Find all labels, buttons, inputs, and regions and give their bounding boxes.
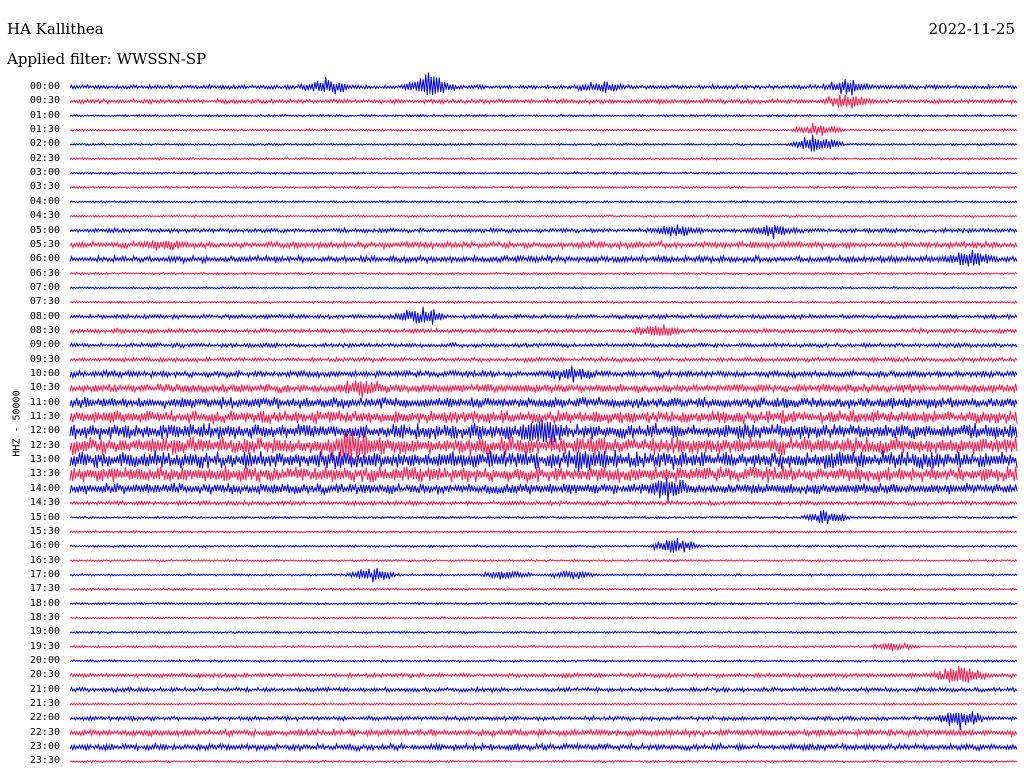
trace-0330 bbox=[69, 185, 1018, 190]
trace-1800 bbox=[69, 601, 1018, 606]
trace-0600 bbox=[69, 250, 1018, 267]
trace-0230 bbox=[69, 156, 1018, 161]
trace-0000 bbox=[69, 72, 1018, 96]
trace-1000 bbox=[69, 365, 1018, 383]
trace-1500 bbox=[69, 509, 1018, 524]
trace-0500 bbox=[69, 224, 1018, 240]
trace-2330 bbox=[69, 759, 1018, 764]
trace-0300 bbox=[69, 171, 1018, 176]
trace-0900 bbox=[69, 341, 1018, 349]
trace-1730 bbox=[69, 587, 1018, 592]
trace-0200 bbox=[69, 134, 1018, 152]
seismogram-plot bbox=[69, 72, 1018, 764]
trace-0700 bbox=[69, 285, 1018, 291]
trace-0430 bbox=[69, 214, 1018, 219]
trace-1330 bbox=[69, 465, 1018, 484]
trace-1530 bbox=[69, 529, 1018, 534]
trace-0800 bbox=[69, 306, 1018, 325]
trace-1930 bbox=[69, 641, 1018, 652]
trace-2300 bbox=[69, 741, 1018, 753]
trace-1300 bbox=[69, 449, 1018, 473]
trace-2000 bbox=[69, 658, 1018, 663]
trace-1030 bbox=[69, 380, 1018, 398]
trace-1630 bbox=[69, 558, 1018, 563]
trace-2230 bbox=[69, 727, 1018, 739]
trace-1600 bbox=[69, 538, 1018, 553]
trace-0530 bbox=[69, 239, 1018, 251]
trace-0400 bbox=[69, 199, 1018, 204]
trace-1200 bbox=[69, 419, 1018, 445]
trace-1430 bbox=[69, 499, 1018, 507]
trace-1700 bbox=[69, 567, 1018, 583]
trace-1900 bbox=[69, 630, 1018, 635]
trace-0100 bbox=[69, 113, 1018, 118]
trace-0630 bbox=[69, 271, 1018, 276]
trace-2100 bbox=[69, 685, 1018, 694]
trace-1830 bbox=[69, 615, 1018, 621]
trace-0830 bbox=[69, 324, 1018, 336]
trace-0130 bbox=[69, 122, 1018, 136]
trace-1400 bbox=[69, 476, 1018, 502]
trace-0930 bbox=[69, 355, 1018, 364]
trace-1100 bbox=[69, 396, 1018, 409]
trace-0030 bbox=[69, 94, 1018, 109]
trace-1130 bbox=[69, 410, 1018, 425]
trace-2130 bbox=[69, 702, 1018, 707]
trace-0730 bbox=[69, 300, 1018, 305]
trace-2030 bbox=[69, 665, 1018, 684]
trace-2200 bbox=[69, 711, 1018, 731]
